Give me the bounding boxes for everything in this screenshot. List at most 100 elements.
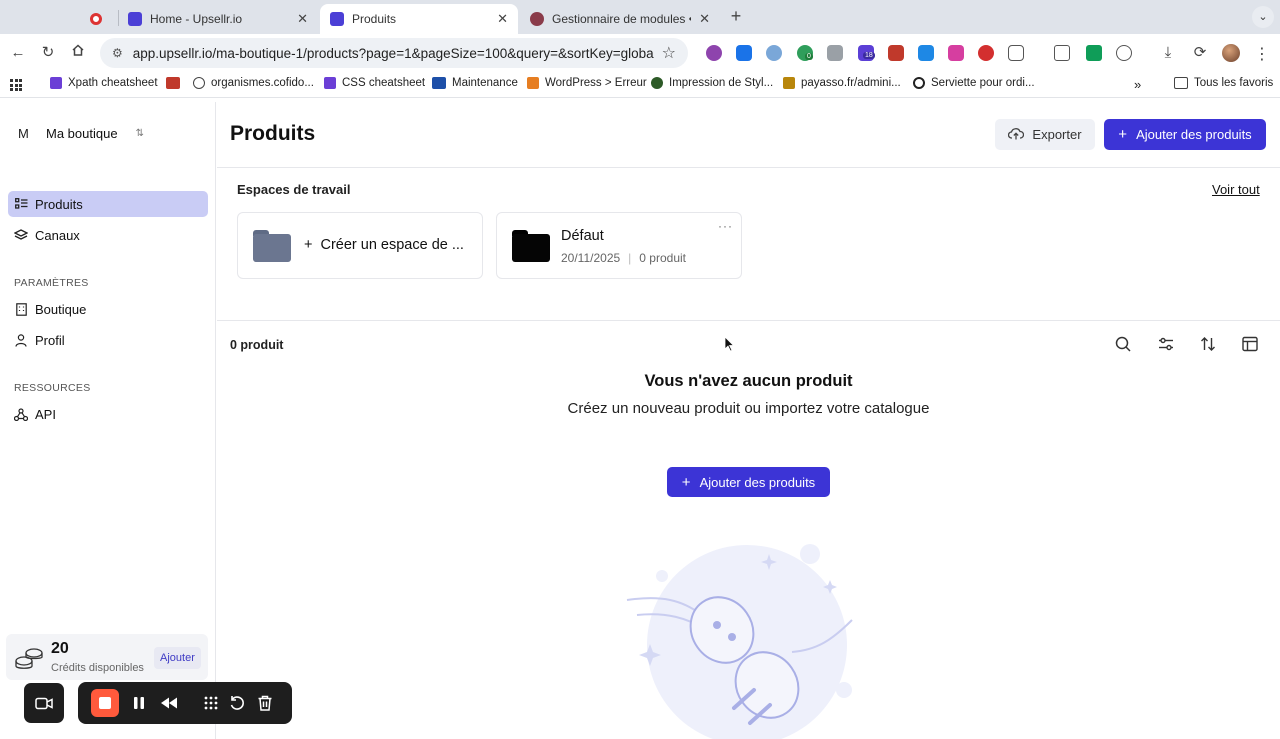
- close-icon[interactable]: ✕: [497, 11, 508, 27]
- bookmark-serviette[interactable]: Serviette pour ordi...: [913, 77, 1035, 89]
- profile-avatar[interactable]: [1222, 44, 1240, 62]
- sidebar-item-label: Profil: [35, 332, 65, 348]
- webhook-icon: [14, 407, 28, 421]
- sidebar-item-label: API: [35, 406, 56, 422]
- extension-badge: 18: [863, 52, 875, 59]
- bookmark-xpath[interactable]: Xpath cheatsheet: [50, 77, 158, 89]
- bookmark-maintenance[interactable]: Maintenance: [432, 77, 518, 89]
- extension-icon[interactable]: 18: [858, 45, 875, 61]
- bookmark-wordpress[interactable]: WordPress > Erreur: [527, 77, 647, 89]
- link-icon[interactable]: [1116, 45, 1132, 61]
- bookmark-label: Tous les favoris: [1194, 77, 1274, 89]
- bookmark-organismes[interactable]: organismes.cofido...: [193, 77, 314, 89]
- more-options-icon[interactable]: ···: [718, 219, 733, 233]
- meta-separator: |: [628, 251, 632, 265]
- extension-icon[interactable]: [1054, 45, 1070, 61]
- star-icon[interactable]: ☆: [662, 43, 676, 63]
- search-icon[interactable]: [1115, 336, 1131, 352]
- coins-icon: [14, 644, 44, 678]
- apps-grid-icon[interactable]: [10, 79, 22, 91]
- trash-icon[interactable]: [256, 694, 274, 712]
- download-icon[interactable]: ⤓: [1158, 43, 1178, 63]
- close-icon[interactable]: ✕: [699, 11, 710, 27]
- extension-badge: 0: [805, 53, 813, 60]
- chevron-up-down-icon: ⇅: [135, 128, 144, 139]
- workspace-name: Défaut: [561, 228, 604, 244]
- bookmark-label: WordPress > Erreur: [545, 77, 647, 89]
- restart-icon[interactable]: [228, 694, 246, 712]
- kebab-menu-icon[interactable]: ⋮: [1254, 44, 1270, 64]
- workspace-meta: 20/11/2025 | 0 produit: [561, 251, 686, 265]
- bookmark-label: CSS cheatsheet: [342, 77, 426, 89]
- stop-recording-button[interactable]: [91, 689, 119, 717]
- export-button[interactable]: Exporter: [995, 119, 1095, 150]
- add-products-button[interactable]: + Ajouter des produits: [1104, 119, 1266, 150]
- extension-icon[interactable]: [888, 45, 904, 61]
- add-credits-button[interactable]: Ajouter: [154, 647, 201, 669]
- module-favicon: [530, 12, 544, 26]
- puzzle-icon[interactable]: [1008, 45, 1024, 61]
- folder-icon: [1174, 77, 1188, 89]
- extension-icon[interactable]: [766, 45, 782, 61]
- sidebar: M Ma boutique ⇅ Produits Canaux PARAMÈTR…: [0, 102, 216, 739]
- credits-label: Crédits disponibles: [51, 662, 144, 674]
- close-icon[interactable]: ✕: [297, 11, 308, 27]
- more-bookmarks-icon[interactable]: »: [1134, 77, 1141, 92]
- grid-dots-icon[interactable]: [202, 694, 220, 712]
- extension-icon[interactable]: 0: [797, 45, 813, 61]
- code-extension-icon[interactable]: [827, 45, 843, 61]
- create-workspace-card[interactable]: + Créer un espace de ...: [237, 212, 483, 279]
- chevron-down-icon[interactable]: ⌄: [1252, 6, 1274, 28]
- gear-extension-icon[interactable]: [706, 45, 722, 61]
- address-bar[interactable]: ⚙ app.upsellr.io/ma-boutique-1/products?…: [100, 38, 688, 68]
- bookmark-favicon: [527, 77, 539, 89]
- extension-icon[interactable]: [948, 45, 964, 61]
- browser-tab-bar: Home - Upsellr.io ✕ Produits ✕ Gestionna…: [0, 0, 1280, 34]
- bookmark-impression[interactable]: Impression de Styl...: [651, 77, 773, 89]
- extension-icon[interactable]: [736, 45, 752, 61]
- columns-layout-icon[interactable]: [1242, 336, 1258, 352]
- see-all-link[interactable]: Voir tout: [1212, 182, 1260, 197]
- sidebar-item-profil[interactable]: Profil: [8, 327, 208, 353]
- section-label-parametres: PARAMÈTRES: [14, 277, 89, 289]
- new-tab-icon[interactable]: +: [726, 6, 746, 27]
- divider: [217, 167, 1280, 168]
- shop-name: Ma boutique: [46, 126, 118, 141]
- bookmark-payasso[interactable]: payasso.fr/admini...: [783, 77, 901, 89]
- sidebar-item-canaux[interactable]: Canaux: [8, 222, 208, 248]
- bookmark-flag[interactable]: [166, 77, 186, 89]
- extension-icon[interactable]: [978, 45, 994, 61]
- back-icon[interactable]: ←: [8, 43, 28, 63]
- sort-icon[interactable]: [1200, 336, 1216, 352]
- site-settings-icon[interactable]: ⚙: [112, 46, 123, 60]
- bookmark-favicon: [324, 77, 336, 89]
- home-icon[interactable]: [68, 43, 88, 63]
- filter-sliders-icon[interactable]: [1158, 336, 1174, 352]
- empty-state-subtitle: Créez un nouveau produit ou importez vot…: [567, 400, 930, 417]
- page-title: Produits: [230, 122, 316, 145]
- shop-switcher[interactable]: M Ma boutique ⇅: [18, 126, 144, 141]
- tab-produits[interactable]: Produits ✕: [320, 4, 518, 34]
- folder-icon: [512, 230, 550, 262]
- tab-recording[interactable]: [80, 4, 118, 34]
- extension-icon[interactable]: [918, 45, 934, 61]
- tab-home-upsellr[interactable]: Home - Upsellr.io ✕: [118, 4, 318, 34]
- bookmark-css[interactable]: CSS cheatsheet: [324, 77, 425, 89]
- tab-title: Gestionnaire de modules • D: [552, 12, 692, 26]
- tab-gestionnaire-modules[interactable]: Gestionnaire de modules • D ✕: [520, 4, 720, 34]
- workspace-card-defaut[interactable]: Défaut 20/11/2025 | 0 produit ···: [496, 212, 742, 279]
- user-icon: [14, 333, 28, 347]
- pause-icon[interactable]: [130, 694, 148, 712]
- performance-icon[interactable]: ⟳: [1190, 43, 1210, 63]
- rewind-icon[interactable]: [160, 694, 178, 712]
- reload-icon[interactable]: ↻: [38, 43, 58, 63]
- all-bookmarks-folder[interactable]: Tous les favoris: [1174, 77, 1273, 89]
- sidebar-item-boutique[interactable]: Boutique: [8, 296, 208, 322]
- camera-toggle-button[interactable]: [24, 683, 64, 723]
- browser-toolbar: ← ↻ ⚙ app.upsellr.io/ma-boutique-1/produ…: [0, 34, 1280, 72]
- sidebar-item-produits[interactable]: Produits: [8, 191, 208, 217]
- key-icon[interactable]: [1086, 45, 1102, 61]
- empty-add-products-button[interactable]: + Ajouter des produits: [667, 467, 830, 497]
- bookmark-label: Serviette pour ordi...: [931, 77, 1035, 89]
- sidebar-item-api[interactable]: API: [8, 401, 208, 427]
